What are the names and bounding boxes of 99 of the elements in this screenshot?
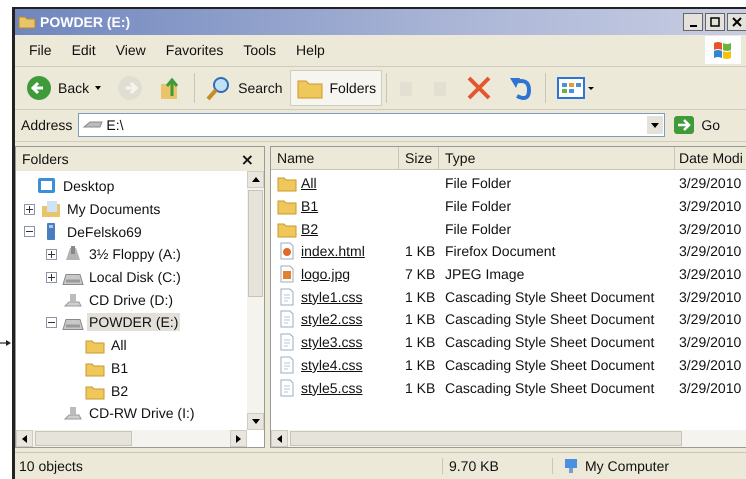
menu-item[interactable]: Edit [62, 42, 106, 58]
close-icon [732, 16, 742, 27]
column-header[interactable]: Name [271, 147, 399, 170]
size-cell-text: 1 KB [404, 288, 436, 305]
date-cell-text: 3/29/2010 [678, 356, 742, 373]
type-cell-text: Firefox Document [444, 243, 556, 260]
menu-item[interactable]: File [19, 42, 62, 58]
type-cell-text: Cascading Style Sheet Document [444, 334, 656, 350]
scroll-up-icon[interactable] [252, 177, 260, 182]
scroll-right-icon[interactable] [236, 434, 241, 443]
column-header[interactable]: Size [399, 147, 439, 170]
address-input[interactable]: E:\ [106, 117, 646, 134]
date-cell-text: 3/29/2010 [678, 288, 742, 305]
menu-item[interactable]: Tools [233, 42, 286, 58]
tree-item[interactable]: CD Drive (D:) [87, 290, 175, 309]
close-pane-button[interactable]: × [236, 150, 258, 169]
date-cell-text: 3/29/2010 [678, 334, 742, 350]
size-cell-text: 1 KB [404, 334, 436, 350]
maximize-icon [710, 16, 720, 27]
search-button[interactable]: Search [199, 70, 288, 106]
file-name-link[interactable]: style5.css [301, 380, 362, 396]
tree-item[interactable]: My Documents [65, 200, 162, 218]
column-header[interactable]: Type [439, 147, 675, 170]
tree-item[interactable]: Desktop [61, 177, 116, 196]
expander-icon[interactable] [46, 316, 57, 328]
type-cell-text: Cascading Style Sheet Document [444, 380, 656, 396]
type-cell-text: File Folder [444, 175, 512, 192]
date-cell-text: 3/29/2010 [678, 243, 742, 260]
minimize-button[interactable] [683, 12, 703, 31]
documents-icon [40, 199, 62, 220]
type-cell-text: File Folder [444, 220, 512, 237]
file-name-link[interactable]: style1.css [301, 288, 362, 305]
minimize-icon [690, 24, 696, 27]
status-text: 9.70 KB [443, 458, 553, 474]
size-cell-text: 1 KB [404, 380, 436, 396]
file-name-link[interactable]: index.html [301, 243, 365, 260]
folder-icon [18, 14, 36, 30]
column-header[interactable]: Date Modi [675, 147, 746, 170]
tree-item[interactable]: CD-RW Drive (I:) [87, 404, 197, 422]
size-cell-text: 1 KB [404, 243, 436, 260]
status-text: My Computer [585, 458, 670, 474]
menu-item[interactable]: View [106, 42, 156, 58]
address-label: Address [21, 117, 72, 134]
tree-item[interactable]: B2 [109, 382, 130, 400]
tree-item[interactable]: DeFelsko69 [65, 222, 144, 241]
folders-button[interactable]: Folders [290, 70, 382, 106]
type-cell-text: File Folder [444, 198, 512, 214]
pane-title: Folders [22, 151, 69, 168]
date-cell-text: 3/29/2010 [678, 380, 742, 396]
type-cell-text: Cascading Style Sheet Document [444, 311, 656, 328]
horizontal-scrollbar[interactable] [271, 430, 746, 448]
dropdown-button[interactable] [647, 116, 664, 134]
expander-icon[interactable] [46, 272, 57, 283]
file-name-link[interactable]: logo.jpg [301, 266, 350, 282]
menu-item[interactable]: Favorites [156, 42, 234, 58]
expander-icon[interactable] [46, 248, 57, 260]
address-field[interactable]: E:\ [78, 113, 666, 138]
menu-item[interactable]: Help [286, 42, 335, 58]
delete-icon [465, 74, 494, 102]
scroll-down-icon[interactable] [252, 419, 260, 424]
tree-item[interactable]: B1 [109, 358, 130, 377]
go-button[interactable]: Go [671, 115, 722, 136]
expander-icon[interactable] [24, 226, 35, 238]
maximize-button[interactable] [705, 12, 725, 31]
file-name-link[interactable]: style3.css [301, 334, 362, 350]
size-cell-text: 1 KB [404, 311, 436, 328]
windows-logo-icon [705, 36, 741, 64]
type-cell-text: JPEG Image [444, 266, 526, 282]
type-cell-text: Cascading Style Sheet Document [444, 288, 656, 305]
size-cell-text: 7 KB [404, 266, 436, 282]
computer-icon [563, 458, 579, 474]
file-name-link[interactable]: B2 [301, 220, 318, 237]
size-cell-text: 1 KB [404, 356, 436, 373]
date-cell-text: 3/29/2010 [678, 266, 742, 282]
close-button[interactable] [727, 12, 746, 31]
status-text: 10 objects [15, 458, 443, 474]
file-name-link[interactable]: B1 [301, 198, 318, 214]
back-button[interactable]: Back [19, 70, 108, 106]
date-cell-text: 3/29/2010 [678, 220, 742, 237]
file-name-link[interactable]: All [301, 175, 317, 192]
horizontal-scrollbar[interactable] [16, 430, 247, 448]
date-cell-text: 3/29/2010 [678, 198, 742, 214]
type-cell-text: Cascading Style Sheet Document [444, 356, 656, 373]
expander-icon[interactable] [24, 204, 35, 215]
views-icon [556, 74, 596, 101]
vertical-scrollbar[interactable] [247, 171, 264, 430]
tree-item[interactable]: All [109, 336, 129, 354]
scroll-left-icon[interactable] [277, 434, 282, 443]
tree-item[interactable]: Local Disk (C:) [87, 268, 183, 286]
window-title: POWDER (E:) [40, 14, 130, 30]
caret-icon [651, 122, 660, 128]
file-name-link[interactable]: style2.css [301, 311, 362, 328]
scroll-left-icon[interactable] [22, 434, 27, 443]
date-cell-text: 3/29/2010 [678, 311, 742, 328]
date-cell-text: 3/29/2010 [678, 175, 742, 192]
caret-icon [94, 84, 102, 91]
tree-item[interactable]: 3½ Floppy (A:) [87, 245, 183, 264]
tree-item[interactable]: POWDER (E:) [87, 313, 180, 332]
file-name-link[interactable]: style4.css [301, 356, 362, 373]
